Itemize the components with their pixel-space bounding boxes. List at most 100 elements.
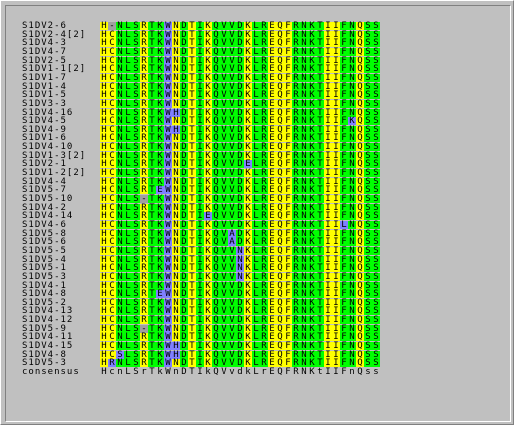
residue: E: [268, 98, 276, 109]
residue: S: [132, 90, 140, 101]
residue: S: [132, 98, 140, 109]
residue: F: [340, 142, 348, 153]
residue: W: [164, 168, 172, 179]
residue: K: [204, 315, 212, 326]
residue: I: [324, 142, 332, 153]
residue: N: [348, 90, 356, 101]
residue: I: [332, 116, 340, 127]
residue: R: [140, 341, 148, 352]
residue: L: [125, 367, 131, 377]
residue: K: [156, 341, 164, 352]
residue: S: [372, 194, 380, 204]
residue: K: [308, 315, 316, 326]
residue: V: [228, 194, 236, 204]
residue: I: [196, 341, 204, 352]
residue: C: [108, 142, 116, 153]
residue: L: [252, 98, 260, 109]
residue: K: [308, 219, 316, 230]
residue: N: [348, 72, 356, 83]
residue: Q: [212, 90, 220, 101]
residue: T: [188, 21, 196, 31]
residue: T: [188, 72, 196, 83]
residue: R: [140, 315, 148, 326]
residue: N: [116, 194, 124, 204]
residue: Q: [212, 116, 220, 127]
residue: R: [292, 21, 300, 31]
residue: Q: [276, 98, 284, 109]
residue: K: [308, 263, 316, 274]
residue: E: [268, 46, 276, 57]
residue: H: [100, 245, 108, 256]
residue: Q: [212, 341, 220, 352]
residue: V: [220, 46, 228, 57]
residue: N: [348, 219, 356, 230]
residue: V: [220, 168, 228, 179]
residue: S: [364, 263, 372, 274]
residue: F: [284, 315, 292, 326]
residue: K: [244, 90, 252, 101]
residue: F: [285, 367, 291, 377]
residue: K: [156, 245, 164, 256]
residue: T: [316, 194, 324, 204]
residue: T: [316, 315, 324, 326]
sequence-label: S1DV4-6: [22, 219, 67, 230]
residue: N: [348, 315, 356, 326]
residue: N: [172, 168, 180, 179]
residue: Q: [276, 194, 284, 204]
residue: Q: [212, 315, 220, 326]
residue: K: [244, 98, 252, 109]
residue: R: [140, 72, 148, 83]
residue: Q: [212, 168, 220, 179]
residue: R: [140, 263, 148, 274]
residue: S: [132, 315, 140, 326]
residue: N: [172, 315, 180, 326]
residue: V: [228, 341, 236, 352]
residue: T: [148, 194, 156, 204]
residue: L: [124, 72, 132, 83]
residue: L: [252, 289, 260, 300]
residue: I: [196, 219, 204, 230]
residue: R: [292, 46, 300, 57]
residue: S: [372, 315, 380, 326]
residue: R: [292, 194, 300, 204]
residue: T: [316, 142, 324, 153]
residue: H: [100, 21, 108, 31]
residue: K: [204, 21, 212, 31]
residue: R: [260, 98, 268, 109]
residue: K: [244, 72, 252, 83]
residue: C: [108, 116, 116, 127]
residue: S: [372, 245, 380, 256]
residue: H: [100, 315, 108, 326]
residue: E: [269, 367, 275, 377]
residue: T: [316, 98, 324, 109]
residue: Q: [212, 245, 220, 256]
residue: V: [228, 289, 236, 300]
residue: R: [140, 219, 148, 230]
residue: K: [156, 116, 164, 127]
residue: S: [372, 46, 380, 57]
residue: L: [252, 168, 260, 179]
residue: I: [325, 367, 331, 377]
residue: K: [308, 90, 316, 101]
residue: R: [260, 90, 268, 101]
residue: T: [148, 98, 156, 109]
residue: N: [116, 98, 124, 109]
residue: I: [324, 271, 332, 282]
residue: V: [220, 72, 228, 83]
residue: E: [268, 245, 276, 256]
residue: N: [172, 219, 180, 230]
residue: K: [204, 194, 212, 204]
residue: Q: [276, 263, 284, 274]
residue: W: [164, 263, 172, 274]
residue: D: [180, 90, 188, 101]
residue: V: [220, 263, 228, 274]
residue: L: [124, 263, 132, 274]
residue: F: [284, 142, 292, 153]
residue: L: [124, 341, 132, 352]
residue: E: [268, 341, 276, 352]
residue: Q: [213, 367, 219, 377]
residue: S: [132, 194, 140, 204]
residue: T: [188, 289, 196, 300]
residue: I: [196, 271, 204, 282]
residue: T: [148, 341, 156, 352]
